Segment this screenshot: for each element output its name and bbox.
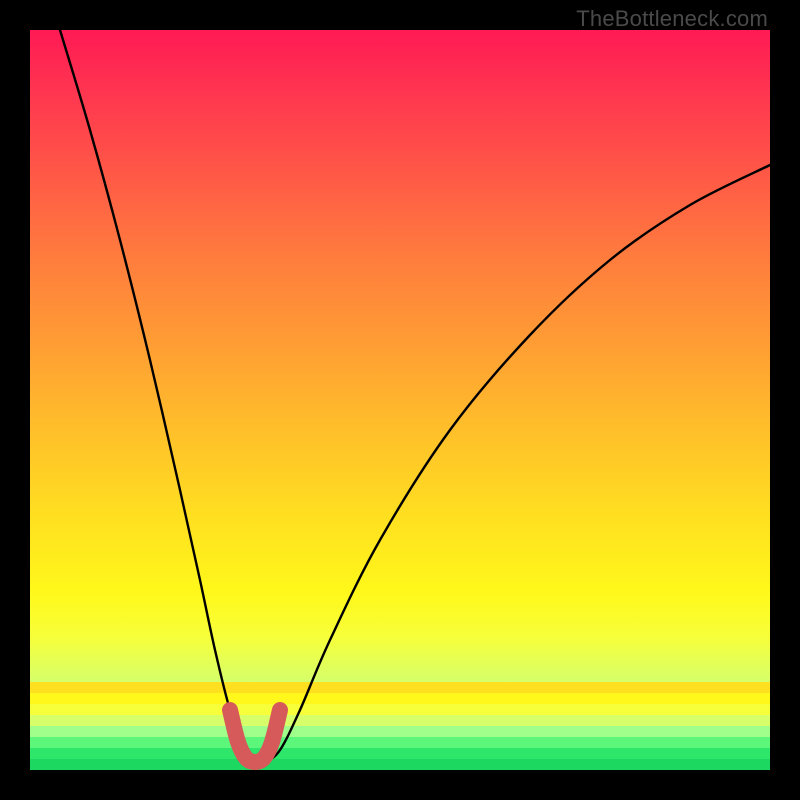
bottleneck-curve — [60, 30, 770, 764]
valley-highlight — [230, 710, 280, 762]
curve-layer — [30, 30, 770, 770]
watermark: TheBottleneck.com — [576, 6, 768, 32]
chart-area — [30, 30, 770, 770]
